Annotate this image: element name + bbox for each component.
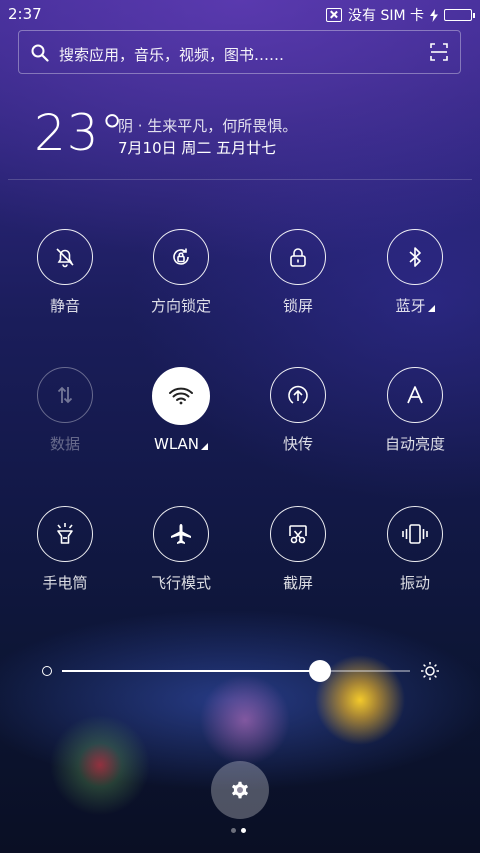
toggle-bluetooth[interactable]: 蓝牙 [365, 229, 465, 316]
brightness-slider[interactable] [40, 660, 460, 682]
scan-icon[interactable] [430, 43, 448, 61]
vibrate-button[interactable] [387, 506, 443, 562]
toggle-flashlight[interactable]: 手电筒 [15, 506, 115, 593]
bell-off-icon [56, 248, 74, 268]
search-bar[interactable]: 搜索应用，音乐，视频，图书…… [18, 30, 461, 74]
charging-icon [430, 8, 438, 22]
toggle-vibrate[interactable]: 振动 [365, 506, 465, 593]
silent-button[interactable] [37, 229, 93, 285]
toggle-quick-transfer[interactable]: 快传 [248, 367, 348, 454]
toggle-silent[interactable]: 静音 [15, 229, 115, 316]
flashlight-icon [57, 523, 73, 544]
upload-circle-icon [288, 385, 308, 404]
airplane-icon [171, 524, 191, 544]
screenshot-icon [289, 525, 307, 544]
toggle-label: 方向锁定 [150, 297, 211, 315]
brightness-track[interactable] [62, 660, 410, 682]
menu-indicator-icon [201, 443, 208, 450]
status-bar: 2:37 没有 SIM 卡 [0, 0, 480, 28]
no-sim-icon [326, 8, 342, 22]
settings-button[interactable] [211, 761, 269, 819]
page-indicator [231, 828, 246, 833]
toggle-label: 快传 [282, 435, 313, 453]
toggle-lock-screen[interactable]: 锁屏 [248, 229, 348, 316]
data-arrows-icon [57, 386, 73, 404]
toggle-label: 蓝牙 [365, 295, 465, 316]
toggle-label: 锁屏 [282, 297, 313, 315]
toggle-label: 静音 [49, 297, 80, 315]
toggle-label: 手电筒 [42, 574, 88, 592]
page-dot [231, 828, 236, 833]
brightness-thumb[interactable] [308, 660, 331, 682]
search-icon [31, 44, 49, 62]
brightness-fill [62, 670, 320, 672]
toggle-label: 飞行模式 [150, 574, 211, 592]
screenshot-button[interactable] [270, 506, 326, 562]
rotation-lock-icon [173, 248, 189, 265]
lock-icon [290, 248, 306, 267]
rotation-lock-button[interactable] [153, 229, 209, 285]
bluetooth-icon [409, 247, 421, 267]
battery-icon [444, 9, 475, 21]
toggle-label: 振动 [399, 574, 430, 592]
vibrate-icon [402, 524, 428, 544]
divider [8, 179, 472, 180]
gear-icon [232, 781, 248, 799]
quick-transfer-button[interactable] [270, 367, 326, 423]
toggle-mobile-data[interactable]: 数据 [15, 367, 115, 454]
temperature: 23° [34, 104, 126, 162]
search-input[interactable]: 搜索应用，音乐，视频，图书…… [59, 44, 284, 65]
toggle-auto-brightness[interactable]: 自动亮度 [365, 367, 465, 454]
mobile-data-button[interactable] [37, 367, 93, 423]
clock: 2:37 [8, 5, 42, 23]
menu-indicator-icon [427, 305, 435, 312]
bluetooth-button[interactable] [387, 229, 443, 285]
toggle-label: 自动亮度 [384, 435, 445, 453]
sun-icon [421, 662, 439, 680]
wlan-button[interactable] [152, 367, 210, 425]
toggle-screenshot[interactable]: 截屏 [248, 506, 348, 593]
toggle-label: 数据 [49, 435, 80, 453]
date-text: 7月10日 周二 五月廿七 [118, 139, 277, 157]
auto-brightness-icon [407, 386, 423, 404]
page-dot [241, 828, 246, 833]
status-indicators: 没有 SIM 卡 [326, 5, 475, 25]
lock-screen-button[interactable] [270, 229, 326, 285]
toggle-airplane-mode[interactable]: 飞行模式 [131, 506, 231, 593]
toggle-wlan[interactable]: WLAN [131, 367, 231, 453]
auto-brightness-button[interactable] [387, 367, 443, 423]
airplane-mode-button[interactable] [153, 506, 209, 562]
toggle-label: WLAN [131, 435, 231, 453]
weather-description: 阴 · 生来平凡，何所畏惧。 [118, 117, 298, 135]
toggle-label: 截屏 [282, 574, 313, 592]
brightness-low-icon [42, 666, 52, 676]
wifi-icon [169, 387, 193, 405]
flashlight-button[interactable] [37, 506, 93, 562]
toggle-rotation-lock[interactable]: 方向锁定 [131, 229, 231, 316]
sim-status-text: 没有 SIM 卡 [348, 8, 424, 24]
